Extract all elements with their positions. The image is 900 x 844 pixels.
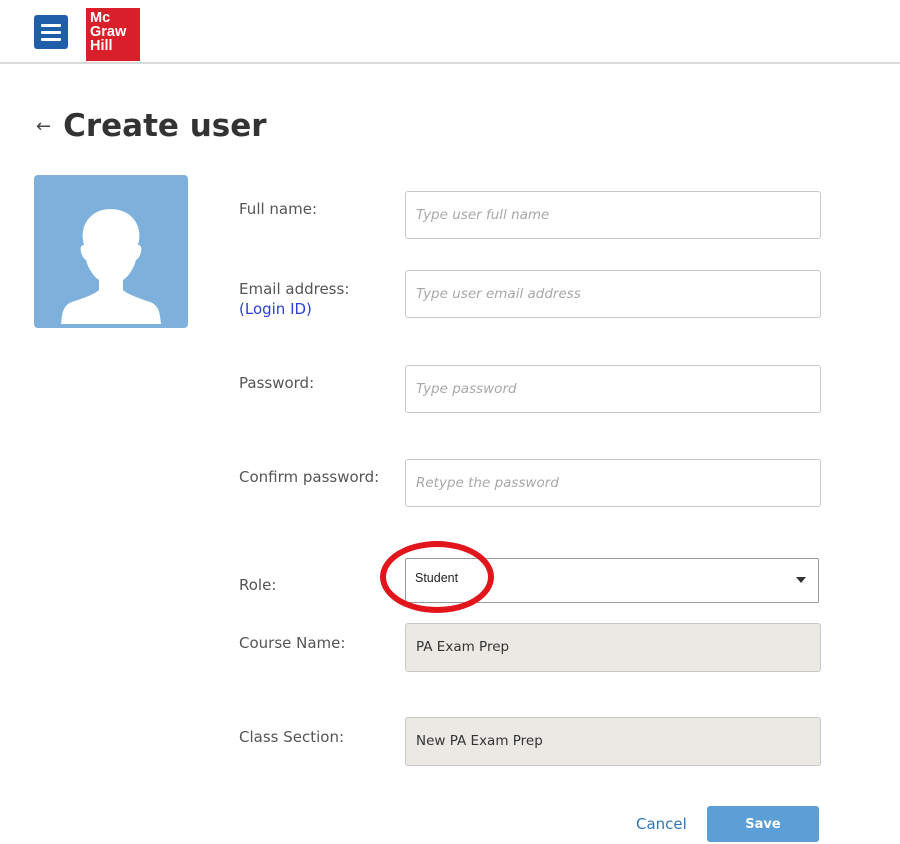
chevron-down-icon bbox=[796, 577, 806, 583]
user-silhouette-icon bbox=[61, 209, 161, 324]
confirm-password-field-container bbox=[405, 459, 821, 507]
class-section-field: New PA Exam Prep bbox=[405, 717, 821, 766]
role-select[interactable]: Student bbox=[405, 558, 819, 603]
course-name-value: PA Exam Prep bbox=[416, 639, 510, 655]
password-input[interactable] bbox=[406, 366, 820, 412]
email-input[interactable] bbox=[406, 271, 820, 317]
class-section-value: New PA Exam Prep bbox=[416, 733, 543, 749]
back-arrow-icon[interactable]: ← bbox=[36, 116, 51, 137]
page-title: Create user bbox=[63, 108, 267, 144]
save-button[interactable]: Save bbox=[707, 806, 819, 842]
logo-line-2: Graw bbox=[90, 24, 127, 40]
cancel-link[interactable]: Cancel bbox=[636, 815, 687, 833]
full-name-input[interactable] bbox=[406, 192, 820, 238]
course-name-label: Course Name: bbox=[239, 634, 346, 652]
menu-line bbox=[41, 24, 61, 27]
logo-line-3: Hill bbox=[90, 38, 113, 54]
hamburger-menu-button[interactable] bbox=[34, 15, 68, 49]
confirm-password-input[interactable] bbox=[406, 460, 820, 506]
password-field-container bbox=[405, 365, 821, 413]
email-field-container bbox=[405, 270, 821, 318]
mcgraw-hill-logo[interactable]: Mc Graw Hill bbox=[86, 8, 140, 61]
menu-line bbox=[41, 31, 61, 34]
top-bar: Mc Graw Hill bbox=[0, 0, 900, 64]
password-label: Password: bbox=[239, 374, 315, 392]
logo-line-1: Mc bbox=[90, 10, 111, 26]
user-avatar-placeholder[interactable] bbox=[34, 175, 188, 328]
confirm-password-label: Confirm password: bbox=[239, 468, 380, 486]
full-name-label: Full name: bbox=[239, 200, 318, 218]
role-selected-value: Student bbox=[415, 571, 459, 585]
page-header: ← Create user bbox=[36, 106, 267, 146]
login-id-sublabel: (Login ID) bbox=[239, 300, 312, 318]
email-label: Email address: bbox=[239, 280, 350, 298]
full-name-field-container bbox=[405, 191, 821, 239]
menu-line bbox=[41, 38, 61, 41]
course-name-field: PA Exam Prep bbox=[405, 623, 821, 672]
role-label: Role: bbox=[239, 576, 277, 594]
class-section-label: Class Section: bbox=[239, 728, 345, 746]
